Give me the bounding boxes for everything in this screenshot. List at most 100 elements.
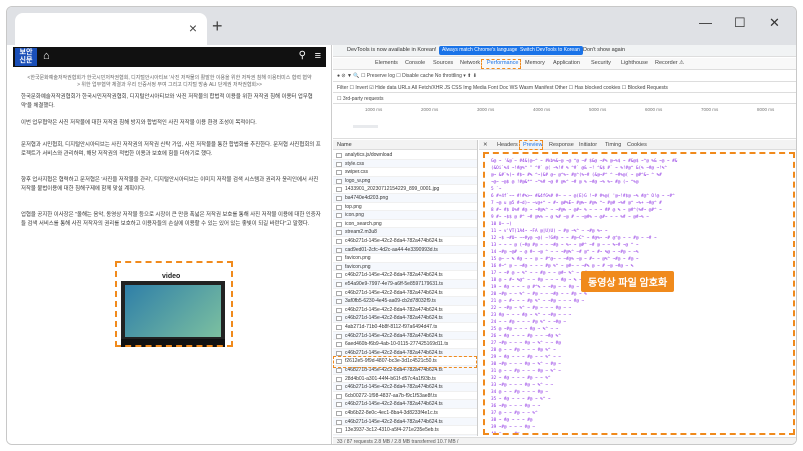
list-item[interactable]: 6aed460b-f6b9-4ab-10-0115-277425169d11.t… xyxy=(333,340,477,349)
file-name: favicon.png xyxy=(345,255,371,262)
list-item[interactable]: 3af0fb5-6230-4e45-aa09-cb2d78032f9.ts xyxy=(333,297,477,306)
file-name: c46b271d-145e-42c2-8da4-782a474b624.ts xyxy=(345,272,443,279)
maximize-button[interactable]: ☐ xyxy=(734,15,746,31)
tab-sources[interactable]: Sources xyxy=(433,60,453,66)
list-item[interactable]: analytics.js/download xyxy=(333,151,477,160)
photo-caption: <한국문화예술저작권협회가 한국시민저작권협회, 디지털안시아티브 '사진 저작… xyxy=(27,75,312,88)
timeline-tick: 1000 ms xyxy=(365,107,383,112)
file-icon xyxy=(336,402,342,408)
list-item[interactable]: stream2.m3u8 xyxy=(333,228,477,237)
dont-show-link[interactable]: Don't show again xyxy=(583,47,625,53)
list-item[interactable]: logo_w.png xyxy=(333,176,477,186)
list-item[interactable]: 6cb00272-1f98-4837-aa7b-f9c1f53ae8f.ts xyxy=(333,392,477,401)
network-controls[interactable]: ● ⊘ ▼ 🔍 ☐ Preserve log ☐ Disable cache N… xyxy=(337,73,477,79)
file-name: 13e3937-3c12-4310-a5f4-271e235e5eb.ts xyxy=(345,427,439,434)
close-detail-icon[interactable]: ✕ xyxy=(483,142,488,148)
filter-controls[interactable]: Filter ☐ Invert ☑ Hide data URLs All Fet… xyxy=(337,85,668,91)
code-line: 22 ~ ~#@ ~ %^ ~ #@ ~ ~ ~ #@ ~ ~ xyxy=(491,306,572,311)
file-name: c46b271d-145e-42c2-8da4-782a474b624.ts xyxy=(345,418,443,425)
list-item[interactable]: ba4740e4d203.png xyxy=(333,194,477,203)
list-item[interactable]: cad9ed01-2cfc-4d2c-aa44-4e3390993d.ts xyxy=(333,245,477,255)
article-paragraph: 업협을 공지한 이사장은 "올해는 음악, 동영상 저작물 등으로 시장이 큰 … xyxy=(21,212,321,227)
site-logo[interactable]: 보안 신문 xyxy=(15,48,37,66)
browser-window: × + — ☐ ✕ 보안 신문 ⌂ ⚲ ≡ <한국문화예술저작권협회가 한국시민… xyxy=(6,6,797,445)
list-item[interactable]: c46b271d-145e-42c2-8da4-782a474b624.ts xyxy=(333,434,477,436)
list-item[interactable]: e54a90e9-7997-4e79-a6ff-5e8597179631.ts xyxy=(333,280,477,289)
list-item[interactable]: c46b271d-145e-42c2-8da4-782a474b624.ts xyxy=(333,383,477,392)
list-item[interactable]: favicon.png xyxy=(333,262,477,272)
list-item[interactable]: c46b271d-145e-42c2-8da4-782a474b624.ts xyxy=(333,400,477,409)
tab-timing[interactable]: Timing xyxy=(605,142,621,148)
list-item[interactable]: c46b271d-145e-42c2-8da4-782a474b624.ts xyxy=(333,271,477,280)
list-item[interactable]: c46b271d-145e-42c2-8da4-782a474b624.ts xyxy=(333,314,477,323)
request-list: Name analytics.js/download style.css swipe… xyxy=(333,140,478,436)
file-name: c46b271d-145e-42c2-8da4-782a474b624.ts xyxy=(345,315,443,322)
close-button[interactable]: ✕ xyxy=(769,15,780,31)
list-item[interactable]: icon.png xyxy=(333,211,477,220)
file-name: swiper.css xyxy=(345,169,369,176)
list-item[interactable]: c46b271d-145e-42c2-8da4-782a474b624.ts xyxy=(333,417,477,427)
file-name: 6aed460b-f6b9-4ab-10-0115-277425169d11.t… xyxy=(345,341,449,348)
code-line: 15 @~ ~ % #@ ~ ~ @ ~ #^@~ ~ ~#@% ~@ ~ #~… xyxy=(491,257,639,262)
tab-application[interactable]: Application xyxy=(553,60,580,66)
tab-response[interactable]: Response xyxy=(549,142,574,148)
file-name: 28d4b01-a301-44f4-b61f-d57c4a1f93b.ts xyxy=(345,375,436,382)
home-icon[interactable]: ⌂ xyxy=(43,50,50,62)
match-language-button[interactable]: Always match Chrome's language xyxy=(439,46,521,55)
list-item[interactable]: icon_search.png xyxy=(333,220,477,229)
tab-security[interactable]: Security xyxy=(591,60,611,66)
file-name: c46b271d-145e-42c2-8da4-782a474b624.ts xyxy=(345,332,443,339)
tab-console[interactable]: Console xyxy=(405,60,425,66)
article-paragraph: 향후 업사지협은 협력하고 문저협은 '사진을 저작물을 관리', 디지털안시아… xyxy=(21,177,319,192)
code-line: 40 @ ~ ~ #@ ~ ~ xyxy=(491,432,530,435)
file-name: e54a90e9-7997-4e79-a6ff-5e8597179631.ts xyxy=(345,281,444,287)
code-line: 38 ~ #@ ~ ~ ~ #@ xyxy=(491,418,533,423)
list-item[interactable]: c46b271d-145e-42c2-8da4-782a474b624.ts xyxy=(333,237,477,246)
thirdparty-checkbox[interactable]: ☐ 3rd-party requests xyxy=(337,96,383,102)
timeline-tick: 5000 ms xyxy=(589,107,607,112)
code-line: 6 #+4f`~~ #!#%>~ #&4fG%# #~ ~ ~ @(E)G !~… xyxy=(491,194,675,199)
menu-icon[interactable]: ≡ xyxy=(315,50,321,62)
list-item[interactable]: top.png xyxy=(333,203,477,212)
article-paragraph: 이번 업무협약은 사진 저작물에 대한 저작권 침해 방지와 합법적인 사진 저… xyxy=(21,120,257,126)
new-tab-button[interactable]: + xyxy=(212,16,223,37)
timeline-tick: 7000 ms xyxy=(701,107,719,112)
article-paragraph: 문저협과 시민협회, 디지털안시아티브는 사진 저작권의 저작권 신탁 가입, … xyxy=(21,142,321,157)
tab-network[interactable]: Network xyxy=(460,60,480,66)
search-icon[interactable]: ⚲ xyxy=(299,50,306,61)
tab-cookies[interactable]: Cookies xyxy=(627,142,647,148)
tab-close-icon[interactable]: × xyxy=(189,20,197,36)
minimize-button[interactable]: — xyxy=(699,15,712,30)
list-item[interactable]: c46b271d-145e-42c2-8da4-782a474b624.ts xyxy=(333,289,477,298)
browser-tab[interactable]: × xyxy=(15,13,207,45)
list-item[interactable]: swiper.css xyxy=(333,168,477,177)
list-item[interactable]: style.css xyxy=(333,159,477,169)
list-item[interactable]: 28d4b01-a301-44f4-b61f-d57c4a1f93b.ts xyxy=(333,375,477,384)
code-line: 20 ~#@ ~ ~ %^ ~ #@ ~ ~ ~#@ ~ ~ #@ ~ % xyxy=(491,292,587,297)
switch-korean-button[interactable]: Switch DevTools to Korean xyxy=(517,46,583,55)
file-icon xyxy=(336,376,342,382)
tab-headers[interactable]: Headers xyxy=(497,142,518,148)
list-item[interactable]: 13e3937-3c12-4310-a5f4-271e235e5eb.ts xyxy=(333,426,477,435)
tab-recorder[interactable]: Recorder ⚠ xyxy=(655,60,684,66)
tab-elements[interactable]: Elements xyxy=(375,60,398,66)
tab-memory[interactable]: Memory xyxy=(525,60,545,66)
file-icon xyxy=(336,178,342,184)
selected-row-highlight xyxy=(333,356,477,368)
file-name: stream2.m3u8 xyxy=(345,229,377,236)
tab-lighthouse[interactable]: Lighthouse xyxy=(621,60,648,66)
file-name: logo_w.png xyxy=(345,177,371,184)
list-item[interactable]: 4ab271d-71b0-4b8f-8112-f97a6494d47.ts xyxy=(333,323,477,332)
network-timeline[interactable]: 1000 ms 2000 ms 3000 ms 4000 ms 5000 ms … xyxy=(333,105,796,139)
list-item[interactable]: favicon.png xyxy=(333,254,477,263)
list-item[interactable]: c46b271d-145e-42c2-8da4-782a474b624.ts xyxy=(333,331,477,341)
file-icon xyxy=(336,307,342,313)
code-line: 11 ~ v'VT(1A4~ ~FA @|U)U) ~ #@ ~%^ ~ ~#@… xyxy=(491,229,608,234)
list-header[interactable]: Name xyxy=(333,140,477,150)
list-item[interactable]: 1433901_20230712154229_899_0001.jpg xyxy=(333,185,477,194)
tab-initiator[interactable]: Initiator xyxy=(579,142,597,148)
list-item[interactable]: c46b271d-145e-42c2-8da4-782a474b624.ts xyxy=(333,306,477,315)
list-item[interactable]: c4b6b22-8e0c-4ec1-8ba4-3d8233f4e1c.ts xyxy=(333,409,477,418)
encryption-label: 동영상 파일 암호화 xyxy=(581,271,675,292)
code-line: 25 @ ~#@ ~ ~ ~ #@ ~ %^ ~ ~ xyxy=(491,327,559,332)
